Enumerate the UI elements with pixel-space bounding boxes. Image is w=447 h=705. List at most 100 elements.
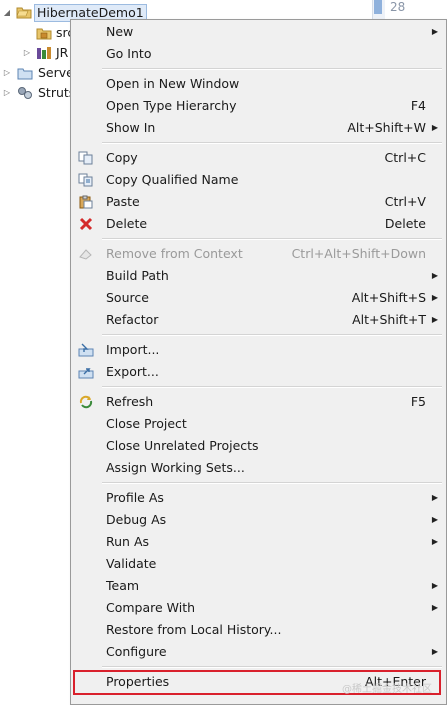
submenu-arrow-icon: ▶ [431, 537, 438, 546]
menu-item-label: Paste [106, 194, 140, 209]
struts-project-icon [18, 87, 32, 99]
menu-item-validate[interactable]: Validate [73, 553, 444, 575]
project-folder-icon [16, 7, 32, 19]
menu-item-go-into[interactable]: Go Into [73, 43, 444, 65]
menu-item-close-project[interactable]: Close Project [73, 413, 444, 435]
menu-item-paste[interactable]: Paste Ctrl+V [73, 191, 444, 213]
tree-item-struts[interactable]: ▷ Struts [0, 83, 80, 103]
tree-item-jre[interactable]: ▷ JR [0, 43, 80, 63]
paste-icon [79, 195, 93, 209]
menu-item-label: Remove from Context [106, 246, 243, 261]
menu-item-run-as[interactable]: Run As ▶ [73, 531, 444, 553]
package-folder-icon [36, 28, 52, 40]
delete-icon [79, 217, 93, 231]
menu-item-label: Profile As [106, 490, 164, 505]
menu-item-configure[interactable]: Configure ▶ [73, 641, 444, 663]
menu-item-shortcut: Ctrl+Alt+Shift+Down [291, 246, 426, 261]
menu-item-label: Copy Qualified Name [106, 172, 239, 187]
menu-item-team[interactable]: Team ▶ [73, 575, 444, 597]
menu-item-label: Debug As [106, 512, 167, 527]
menu-item-label: Import... [106, 342, 160, 357]
submenu-arrow-icon: ▶ [431, 603, 438, 612]
menu-item-label: Team [106, 578, 140, 593]
expanded-arrow-icon[interactable]: ◢ [2, 3, 12, 23]
menu-item-label: Copy [106, 150, 138, 165]
menu-item-refactor[interactable]: Refactor Alt+Shift+T ▶ [73, 309, 444, 331]
menu-item-label: Go Into [106, 46, 152, 61]
menu-item-show-in[interactable]: Show In Alt+Shift+W ▶ [73, 117, 444, 139]
menu-item-import[interactable]: Import... [73, 339, 444, 361]
menu-item-label: Refactor [106, 312, 159, 327]
menu-item-label: Compare With [106, 600, 196, 615]
menu-item-label: Build Path [106, 268, 169, 283]
menu-item-open-type-hierarchy[interactable]: Open Type Hierarchy F4 [73, 95, 444, 117]
refresh-icon [79, 395, 93, 409]
menu-item-label: Validate [106, 556, 157, 571]
menu-item-debug-as[interactable]: Debug As ▶ [73, 509, 444, 531]
menu-item-export[interactable]: Export... [73, 361, 444, 383]
submenu-arrow-icon: ▶ [431, 515, 438, 524]
servers-folder-icon [17, 68, 33, 80]
menu-item-shortcut: Delete [384, 216, 426, 231]
submenu-arrow-icon: ▶ [431, 315, 438, 324]
menu-item-shortcut: Alt+Shift+T [352, 312, 426, 327]
menu-item-label: Restore from Local History... [106, 622, 282, 637]
menu-item-new[interactable]: New ▶ [73, 21, 444, 43]
menu-item-restore-from-local-history[interactable]: Restore from Local History... [73, 619, 444, 641]
menu-item-open-in-new-window[interactable]: Open in New Window [73, 73, 444, 95]
collapsed-arrow-icon[interactable]: ▷ [2, 83, 12, 103]
menu-separator [102, 666, 442, 668]
tree-item-servers[interactable]: ▷ Serve [0, 63, 80, 83]
menu-item-label: Assign Working Sets... [106, 460, 245, 475]
menu-item-shortcut: Ctrl+C [384, 150, 426, 165]
menu-item-shortcut: Ctrl+V [384, 194, 426, 209]
remove-context-icon [79, 249, 92, 260]
watermark: @稀土掘金技术社区 [342, 684, 432, 695]
menu-item-label: Show In [106, 120, 156, 135]
context-menu: New ▶ Go Into Open in New Window Open Ty… [70, 19, 447, 705]
menu-item-label: Export... [106, 364, 159, 379]
menu-item-label: Refresh [106, 394, 154, 409]
menu-item-close-unrelated-projects[interactable]: Close Unrelated Projects [73, 435, 444, 457]
menu-separator [102, 238, 442, 240]
menu-item-label: Run As [106, 534, 150, 549]
menu-item-remove-from-context: Remove from Context Ctrl+Alt+Shift+Down [73, 243, 444, 265]
menu-item-label: Close Project [106, 416, 187, 431]
submenu-arrow-icon: ▶ [431, 581, 438, 590]
tree-item-src[interactable]: src [0, 23, 80, 43]
menu-item-label: Properties [106, 674, 170, 689]
menu-separator [102, 386, 442, 388]
menu-item-compare-with[interactable]: Compare With ▶ [73, 597, 444, 619]
copy-qualified-name-icon [78, 173, 93, 187]
menu-item-refresh[interactable]: Refresh F5 [73, 391, 444, 413]
menu-item-assign-working-sets[interactable]: Assign Working Sets... [73, 457, 444, 479]
submenu-arrow-icon: ▶ [431, 271, 438, 280]
submenu-arrow-icon: ▶ [431, 493, 438, 502]
submenu-arrow-icon: ▶ [431, 123, 438, 132]
submenu-arrow-icon: ▶ [431, 647, 438, 656]
menu-item-label: Close Unrelated Projects [106, 438, 259, 453]
tree-item-label: Serve [38, 65, 74, 80]
menu-item-shortcut: Alt+Shift+W [347, 120, 426, 135]
collapsed-arrow-icon[interactable]: ▷ [22, 43, 32, 63]
menu-item-label: Open Type Hierarchy [106, 98, 237, 113]
menu-item-delete[interactable]: Delete Delete [73, 213, 444, 235]
menu-separator [102, 482, 442, 484]
menu-item-label: New [106, 24, 134, 39]
menu-item-label: Configure [106, 644, 167, 659]
line-number: 28 [390, 0, 406, 14]
tree-item-label: JR [56, 45, 69, 60]
submenu-arrow-icon: ▶ [431, 293, 438, 302]
menu-item-copy-qualified-name[interactable]: Copy Qualified Name [73, 169, 444, 191]
copy-icon [78, 151, 93, 165]
menu-item-label: Source [106, 290, 149, 305]
collapsed-arrow-icon[interactable]: ▷ [2, 63, 12, 83]
menu-item-source[interactable]: Source Alt+Shift+S ▶ [73, 287, 444, 309]
menu-item-copy[interactable]: Copy Ctrl+C [73, 147, 444, 169]
menu-item-build-path[interactable]: Build Path ▶ [73, 265, 444, 287]
occurrence-marker [374, 0, 382, 14]
menu-item-shortcut: F5 [410, 394, 426, 409]
menu-item-label: Open in New Window [106, 76, 240, 91]
menu-item-shortcut: F4 [410, 98, 426, 113]
menu-item-profile-as[interactable]: Profile As ▶ [73, 487, 444, 509]
